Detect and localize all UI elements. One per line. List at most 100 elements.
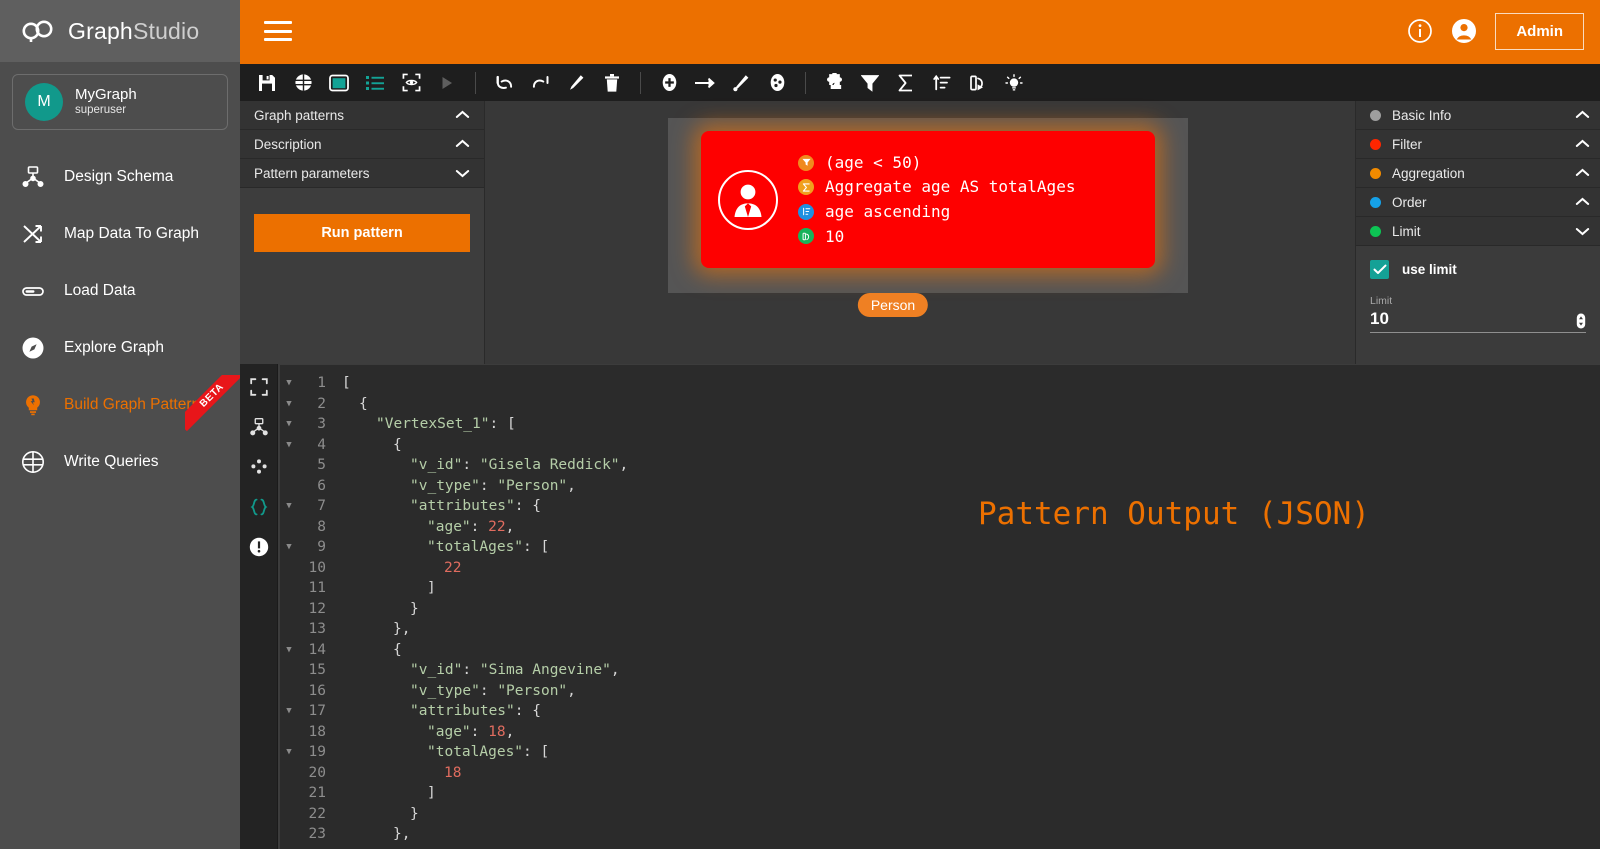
account-circle-icon[interactable] bbox=[1451, 18, 1477, 44]
code-line: 11] bbox=[278, 578, 1600, 599]
filter-icon[interactable] bbox=[853, 67, 887, 99]
redo-icon[interactable] bbox=[523, 67, 557, 99]
sidebar-item-load-data[interactable]: Load Data bbox=[0, 262, 240, 319]
use-limit-checkbox[interactable] bbox=[1370, 260, 1389, 279]
panel-section-label: Aggregation bbox=[1392, 165, 1465, 181]
save-icon[interactable] bbox=[250, 67, 284, 99]
fold-toggle-icon[interactable]: ▼ bbox=[278, 414, 300, 435]
sidebar-item-design-schema[interactable]: Design Schema bbox=[0, 148, 240, 205]
sigma-aggregate-icon[interactable] bbox=[889, 67, 923, 99]
panel-section-filter[interactable]: Filter bbox=[1356, 130, 1600, 159]
line-number: 7 bbox=[317, 498, 326, 514]
sidebar-item-build-graph-patterns[interactable]: Build Graph Patterns BETA bbox=[0, 375, 240, 433]
fullscreen-icon[interactable] bbox=[248, 376, 270, 398]
puzzle-icon[interactable] bbox=[817, 67, 851, 99]
list-view-icon[interactable] bbox=[358, 67, 392, 99]
alert-icon[interactable] bbox=[248, 536, 270, 558]
fold-toggle-icon[interactable]: ▼ bbox=[278, 742, 300, 763]
accordion-pattern-parameters[interactable]: Pattern parameters bbox=[240, 159, 484, 188]
fold-toggle-icon[interactable]: ▼ bbox=[278, 496, 300, 517]
canvas-view-icon[interactable] bbox=[322, 67, 356, 99]
add-accum-icon[interactable] bbox=[760, 67, 794, 99]
accordion-graph-patterns[interactable]: Graph patterns bbox=[240, 101, 484, 130]
line-text: "v_id": "Gisela Reddick", bbox=[410, 457, 629, 473]
add-edge-icon[interactable] bbox=[688, 67, 722, 99]
line-text: 22 bbox=[444, 559, 462, 576]
pattern-node-person[interactable]: (age < 50) Aggregate age AS totalAges ag… bbox=[701, 131, 1155, 268]
focus-eye-icon[interactable] bbox=[394, 67, 428, 99]
delete-trash-icon[interactable] bbox=[595, 67, 629, 99]
info-circle-icon[interactable] bbox=[1407, 18, 1433, 44]
use-limit-row[interactable]: use limit bbox=[1370, 260, 1586, 279]
sidebar-item-map-data-to-graph[interactable]: Map Data To Graph bbox=[0, 205, 240, 262]
panel-section-order[interactable]: Order bbox=[1356, 188, 1600, 217]
app-title-light: Studio bbox=[132, 17, 200, 44]
toolbar-divider bbox=[475, 71, 476, 94]
line-text: "age": 22, bbox=[427, 518, 515, 535]
admin-button[interactable]: Admin bbox=[1495, 12, 1584, 50]
chevron-down-icon[interactable] bbox=[455, 166, 470, 181]
scatter-view-icon[interactable] bbox=[248, 456, 270, 478]
sidebar-item-write-queries[interactable]: Write Queries bbox=[0, 433, 240, 490]
fold-toggle-icon[interactable]: ▼ bbox=[278, 640, 300, 661]
limit-input[interactable]: 10 bbox=[1370, 309, 1389, 329]
add-vertex-icon[interactable] bbox=[652, 67, 686, 99]
chevron-up-icon[interactable] bbox=[1575, 137, 1590, 152]
node-line-text: 10 bbox=[825, 226, 845, 246]
panel-section-basic-info[interactable]: Basic Info bbox=[1356, 101, 1600, 130]
gsql-globe-icon[interactable] bbox=[286, 67, 320, 99]
fold-toggle-icon[interactable]: ▼ bbox=[278, 394, 300, 415]
pattern-node-group[interactable]: (age < 50) Aggregate age AS totalAges ag… bbox=[668, 118, 1188, 317]
fold-toggle-icon[interactable]: ▼ bbox=[278, 701, 300, 722]
chevron-down-icon[interactable] bbox=[1575, 224, 1590, 239]
compass-icon bbox=[20, 335, 46, 361]
hint-bulb-icon[interactable] bbox=[997, 67, 1031, 99]
line-text: "totalAges": [ bbox=[427, 744, 550, 760]
chevron-up-icon[interactable] bbox=[1575, 108, 1590, 123]
chevron-up-icon[interactable] bbox=[1575, 195, 1590, 210]
node-line-aggregate: Aggregate age AS totalAges bbox=[798, 176, 1075, 198]
line-text: [ bbox=[342, 375, 351, 391]
sidebar-item-label: Build Graph Patterns bbox=[64, 395, 208, 413]
fold-toggle-icon[interactable]: ▼ bbox=[278, 373, 300, 394]
undo-icon[interactable] bbox=[487, 67, 521, 99]
json-code-area[interactable]: ▼ 1 [▼ 2 {▼ 3 "VertexSet_1": [▼ 4 {5 "v_id": "Gis… bbox=[278, 364, 1600, 849]
pattern-node-label[interactable]: Person bbox=[857, 293, 929, 317]
code-lines: ▼ 1 [▼ 2 {▼ 3 "VertexSet_1": [▼ 4 {5 "v_id": "Gis… bbox=[278, 373, 1600, 845]
pattern-toolbar bbox=[240, 62, 1600, 101]
hamburger-menu-icon[interactable] bbox=[264, 21, 292, 41]
limit-icon[interactable] bbox=[961, 67, 995, 99]
json-view-icon[interactable] bbox=[248, 496, 270, 518]
run-pattern-button[interactable]: Run pattern bbox=[254, 214, 470, 252]
toolbar-divider bbox=[805, 71, 806, 94]
draw-edge-icon[interactable] bbox=[724, 67, 758, 99]
edit-pencil-icon[interactable] bbox=[559, 67, 593, 99]
code-line: ▼ 1 [ bbox=[278, 373, 1600, 394]
fold-toggle-icon[interactable]: ▼ bbox=[278, 537, 300, 558]
chevron-up-icon[interactable] bbox=[455, 108, 470, 123]
limit-input-wrap[interactable]: 10 bbox=[1370, 309, 1586, 333]
order-icon[interactable] bbox=[925, 67, 959, 99]
accordion-description[interactable]: Description bbox=[240, 130, 484, 159]
play-icon[interactable] bbox=[430, 67, 464, 99]
pattern-canvas[interactable]: (age < 50) Aggregate age AS totalAges ag… bbox=[485, 101, 1355, 364]
bulb-icon bbox=[20, 392, 46, 418]
chevron-up-icon[interactable] bbox=[455, 137, 470, 152]
number-spinner-icon[interactable] bbox=[1576, 313, 1586, 329]
limit-icon bbox=[798, 228, 814, 245]
panel-section-limit[interactable]: Limit bbox=[1356, 217, 1600, 246]
chevron-up-icon[interactable] bbox=[1575, 166, 1590, 181]
sidebar-item-explore-graph[interactable]: Explore Graph bbox=[0, 319, 240, 376]
graph-selector-card[interactable]: M MyGraph superuser bbox=[12, 74, 228, 130]
line-number: 1 bbox=[317, 375, 326, 391]
line-number: 20 bbox=[308, 764, 326, 781]
panel-section-aggregation[interactable]: Aggregation bbox=[1356, 159, 1600, 188]
graph-view-icon[interactable] bbox=[248, 416, 270, 438]
fold-toggle-icon[interactable]: ▼ bbox=[278, 435, 300, 456]
code-line: 16 "v_type": "Person", bbox=[278, 681, 1600, 702]
node-line-text: Aggregate age AS totalAges bbox=[825, 177, 1076, 197]
